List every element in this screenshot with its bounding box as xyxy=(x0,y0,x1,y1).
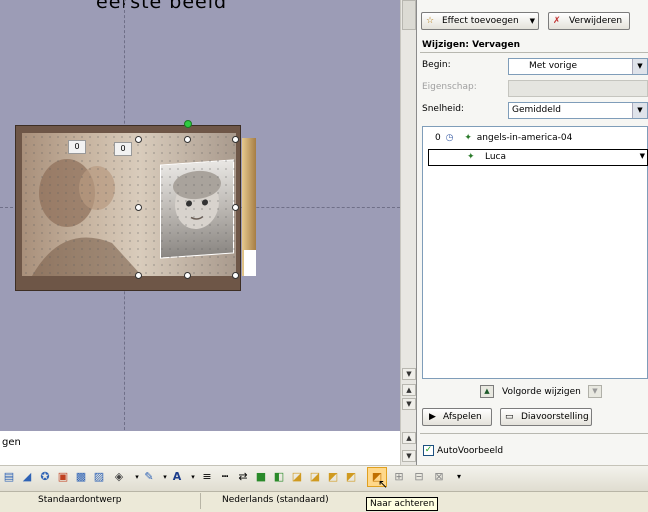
diagram-icon[interactable]: ✪ xyxy=(38,470,52,484)
animation-tag-1[interactable]: 0 xyxy=(68,140,86,154)
begin-value: Met vorige xyxy=(529,61,577,71)
mouse-cursor-icon: ↖ xyxy=(378,477,389,491)
scroll-up-icon[interactable]: ▲ xyxy=(402,432,416,444)
shadow-icon[interactable]: ■ xyxy=(254,470,268,484)
scroll-down-icon[interactable]: ▼ xyxy=(402,450,416,462)
begin-label: Begin: xyxy=(422,60,451,70)
rotation-handle[interactable] xyxy=(184,120,192,128)
remove-label: Verwijderen xyxy=(569,16,623,26)
tooltip: Naar achteren xyxy=(366,497,439,511)
resize-handle[interactable] xyxy=(184,136,191,143)
speed-label: Snelheid: xyxy=(422,104,464,114)
scroll-down-icon[interactable]: ▼ xyxy=(402,368,416,380)
section-title: Wijzigen: Vervagen xyxy=(422,40,521,50)
resize-handle[interactable] xyxy=(232,272,239,279)
remove-effect-icon: ✗ xyxy=(553,16,561,26)
align-icon[interactable]: ⊞ xyxy=(392,470,406,484)
bring-to-front-icon[interactable]: ◪ xyxy=(308,470,322,484)
clock-icon: ◷ xyxy=(445,133,454,143)
remove-button[interactable]: ✗ Verwijderen xyxy=(548,12,630,30)
list-item-selected[interactable]: ✦ Luca ▼ xyxy=(428,149,648,166)
font-color-dropdown-icon[interactable]: ▾ xyxy=(186,470,200,484)
scroll-thumb[interactable] xyxy=(402,0,416,30)
design-name: Standaardontwerp xyxy=(38,495,122,505)
next-slide-icon[interactable]: ▼ xyxy=(402,398,416,410)
entrance-effect-icon: ✦ xyxy=(467,152,475,162)
status-divider xyxy=(200,493,201,509)
pane-divider xyxy=(420,433,648,434)
begin-select[interactable]: Met vorige ▼ xyxy=(508,58,648,75)
reorder-label: Volgorde wijzigen xyxy=(502,387,581,397)
star-icon: ☆ xyxy=(426,16,435,26)
slideshow-button[interactable]: ▭ Diavoorstelling xyxy=(500,408,592,426)
dropdown-arrow-icon: ▼ xyxy=(529,17,535,25)
resize-handle[interactable] xyxy=(135,204,142,211)
item-name: angels-in-america-04 xyxy=(476,133,573,143)
3d-icon[interactable]: ◧ xyxy=(272,470,286,484)
resize-handle[interactable] xyxy=(232,204,239,211)
group-icon[interactable]: ⊠ xyxy=(432,470,446,484)
animation-tag-2[interactable]: 0 xyxy=(114,142,132,156)
dash-style-icon[interactable]: ┅ xyxy=(218,470,232,484)
add-effect-label: Effect toevoegen xyxy=(442,16,519,26)
chevron-down-icon[interactable]: ▼ xyxy=(640,152,645,160)
notes-text: gen xyxy=(2,437,21,448)
notes-pane[interactable]: gen xyxy=(0,430,416,466)
play-button[interactable]: ▶ Afspelen xyxy=(422,408,492,426)
move-up-icon[interactable]: ▲ xyxy=(480,385,494,398)
item-index: 0 xyxy=(435,133,441,143)
picture-icon[interactable]: ▨ xyxy=(92,470,106,484)
slideshow-icon: ▭ xyxy=(505,412,514,422)
slide-title-fragment: eerste beeld xyxy=(96,0,228,13)
wordart-icon[interactable]: ◢ xyxy=(20,470,34,484)
speed-select[interactable]: Gemiddeld ▼ xyxy=(508,102,648,119)
slideshow-label: Diavoorstelling xyxy=(521,412,589,422)
canvas-scrollbar[interactable]: ▼ ▲ ▼ xyxy=(400,0,417,430)
item-name: Luca xyxy=(485,152,507,162)
line-style-icon[interactable]: ≡ xyxy=(200,470,214,484)
section-divider xyxy=(420,52,648,53)
layer-icon[interactable]: ◩ xyxy=(344,470,358,484)
language-indicator: Nederlands (standaard) xyxy=(222,495,329,505)
resize-handle[interactable] xyxy=(232,136,239,143)
distribute-icon[interactable]: ⊟ xyxy=(412,470,426,484)
add-effect-button[interactable]: ☆ Effect toevoegen ▼ xyxy=(421,12,539,30)
notes-scrollbar[interactable]: ▲ ▼ xyxy=(400,430,417,465)
move-down-icon[interactable]: ▼ xyxy=(588,385,602,398)
textbox-icon[interactable]: ▤ xyxy=(2,470,16,484)
white-strip-shape xyxy=(244,250,256,276)
play-label: Afspelen xyxy=(443,412,482,422)
resize-handle[interactable] xyxy=(184,272,191,279)
previous-slide-icon[interactable]: ▲ xyxy=(402,384,416,396)
property-label: Eigenschap: xyxy=(422,82,477,92)
property-select xyxy=(508,80,648,97)
arrow-style-icon[interactable]: ⇄ xyxy=(236,470,250,484)
bring-forward-icon[interactable]: ◪ xyxy=(290,470,304,484)
chevron-down-icon: ▼ xyxy=(632,103,647,118)
fill-color-icon[interactable]: ◈ xyxy=(112,470,126,484)
play-icon: ▶ xyxy=(429,412,436,422)
toolbar-options-icon[interactable]: ▾ xyxy=(452,470,466,484)
autopreview-label: AutoVoorbeeld xyxy=(437,446,504,456)
send-backward-icon[interactable]: ◩ xyxy=(326,470,340,484)
image-icon[interactable]: ▩ xyxy=(74,470,88,484)
line-color-icon[interactable]: ✎ xyxy=(142,470,156,484)
font-color-icon[interactable]: A xyxy=(170,470,184,484)
resize-handle[interactable] xyxy=(135,136,142,143)
chevron-down-icon: ▼ xyxy=(632,59,647,74)
speed-value: Gemiddeld xyxy=(512,105,561,115)
clipart-icon[interactable]: ▣ xyxy=(56,470,70,484)
autopreview-checkbox[interactable]: ✓ xyxy=(423,445,434,456)
resize-handle[interactable] xyxy=(135,272,142,279)
list-item[interactable]: 0 ◷ ✦ angels-in-america-04 xyxy=(435,133,572,143)
entrance-effect-icon: ✦ xyxy=(464,133,472,143)
